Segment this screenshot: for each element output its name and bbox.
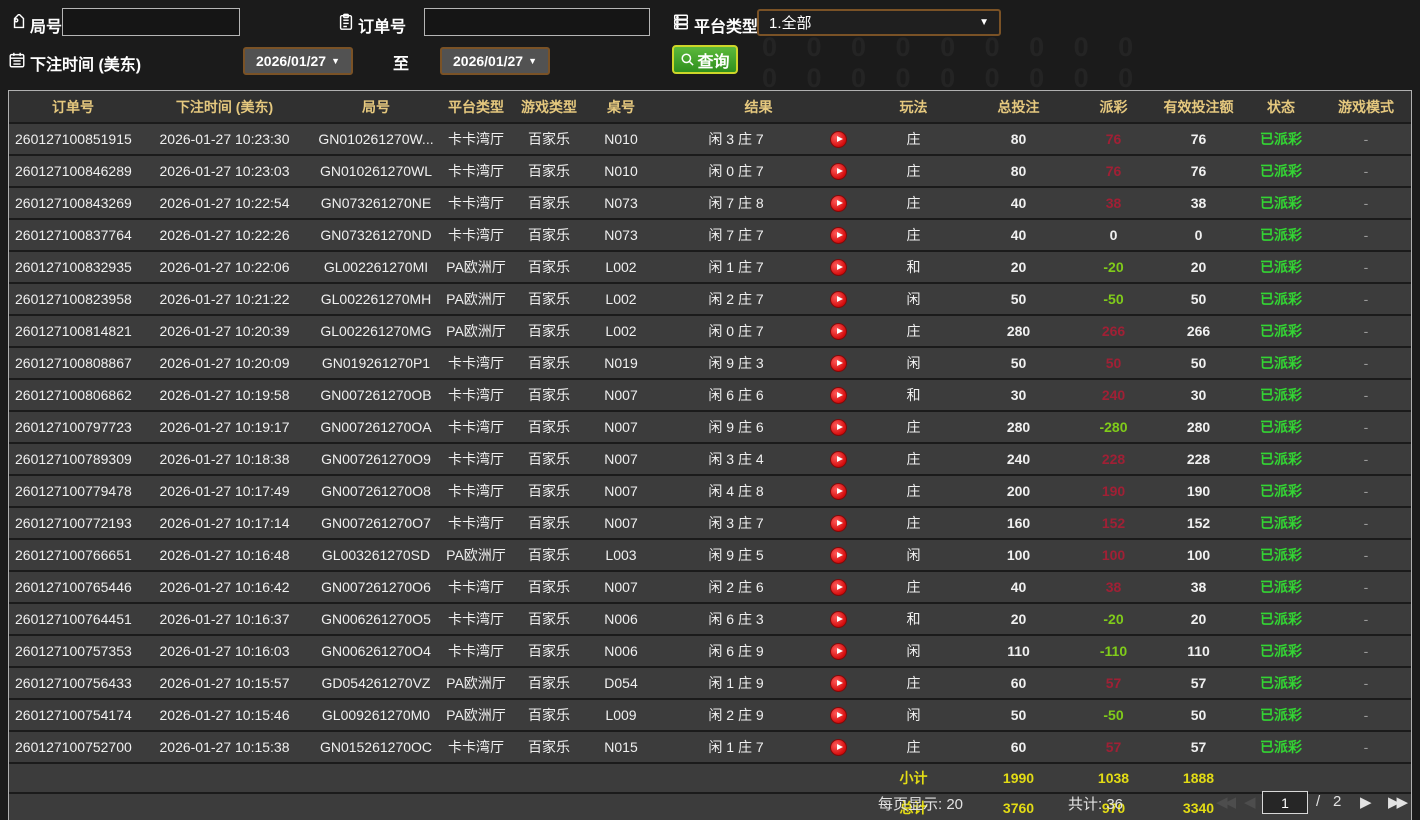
calendar-icon — [8, 51, 26, 69]
order-id-input[interactable] — [424, 8, 650, 36]
clipboard-icon — [337, 13, 355, 31]
date-to-value: 2026/01/27 — [453, 53, 524, 69]
platform-type-value: 1.全部 — [769, 15, 812, 32]
filter-bar: 局号 订单号 平台类型 1.全部 下注时间 (美东) 2026/01/27 至 … — [0, 0, 1420, 820]
search-button[interactable]: 查询 — [672, 45, 738, 74]
bet-time-label: 下注时间 (美东) — [30, 57, 142, 74]
platform-type-label: 平台类型 — [694, 19, 759, 36]
round-id-input[interactable] — [62, 8, 240, 36]
date-range-to-label: 至 — [393, 56, 410, 73]
platform-icon — [672, 13, 690, 31]
order-id-label: 订单号 — [358, 19, 407, 36]
date-to-select[interactable]: 2026/01/27 — [440, 47, 550, 75]
round-id-label: 局号 — [30, 19, 63, 36]
tag-icon — [10, 13, 28, 32]
date-from-value: 2026/01/27 — [256, 53, 327, 69]
platform-type-select[interactable]: 1.全部 — [757, 9, 1001, 36]
search-button-label: 查询 — [697, 53, 730, 71]
search-icon — [680, 52, 695, 67]
date-from-select[interactable]: 2026/01/27 — [243, 47, 353, 75]
